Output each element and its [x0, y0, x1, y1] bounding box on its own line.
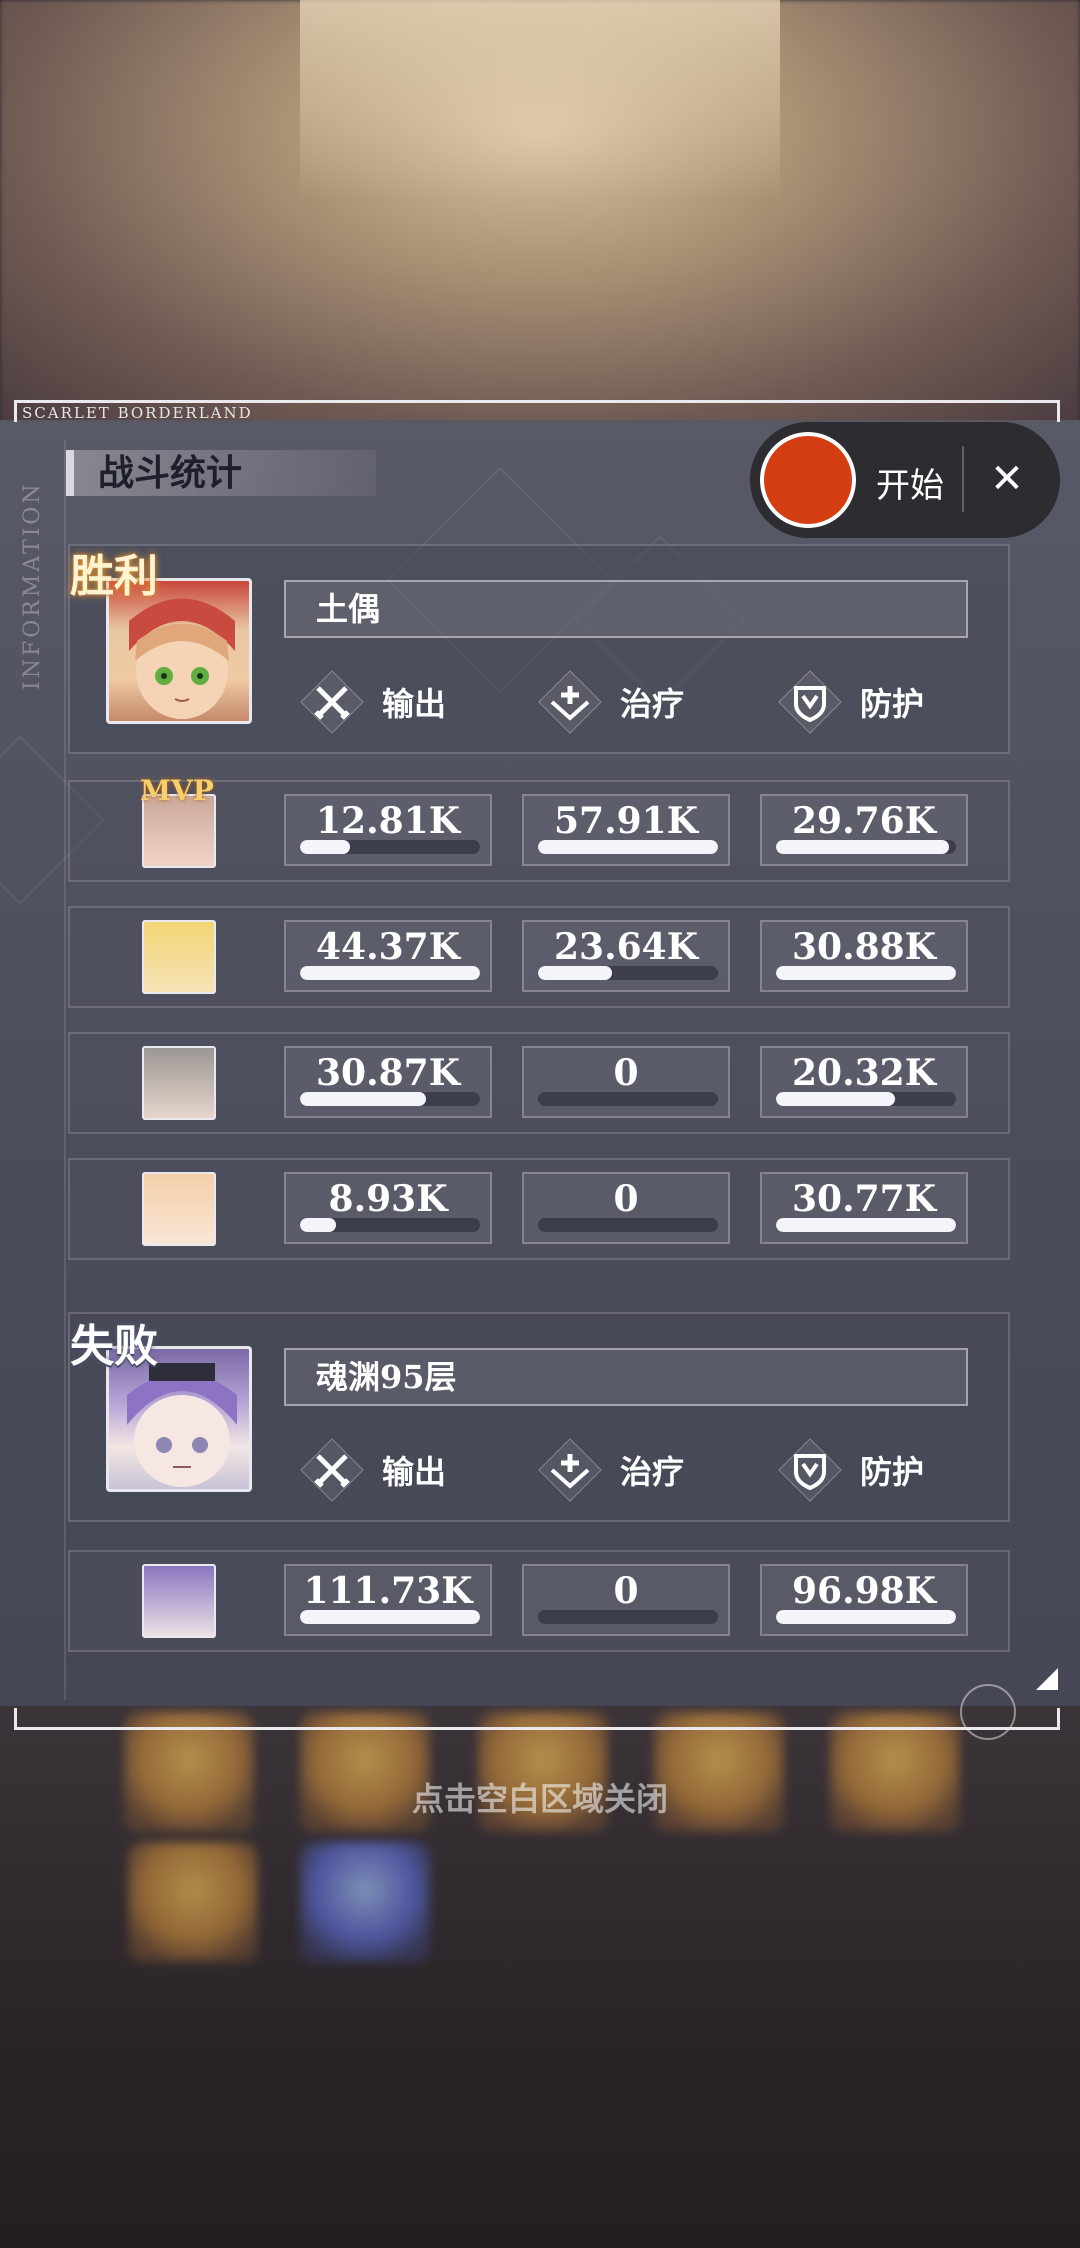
stat-label: 治疗 [620, 685, 685, 723]
defense-value: 30.77K [791, 1178, 937, 1220]
side-label: INFORMATION [20, 481, 45, 690]
team-name: 魂渊95层 [284, 1348, 968, 1406]
corner-mark [1036, 1668, 1058, 1690]
stat-label: 输出 [382, 685, 447, 723]
defense-bar [776, 840, 949, 854]
close-icon[interactable]: ✕ [982, 454, 1032, 504]
damage-bar [300, 1092, 426, 1106]
stat-header-defense: 防护 [778, 1438, 924, 1502]
result-victory: 胜利 [70, 551, 158, 602]
stat-header-damage: 输出 [300, 1438, 446, 1502]
avatar [142, 1046, 216, 1120]
heal-cell: 57.91K [522, 794, 730, 866]
recorder-divider [962, 446, 964, 512]
crossed-swords-icon [300, 670, 364, 734]
damage-cell: 12.81K [284, 794, 492, 866]
background-light [300, 0, 780, 200]
defense-bar [776, 1218, 956, 1232]
defense-cell: 20.32K [760, 1046, 968, 1118]
panel-frame-bottom [14, 1708, 1060, 1730]
defense-bar [776, 966, 956, 980]
stat-header-heal: 治疗 [538, 670, 684, 734]
damage-cell: 44.37K [284, 920, 492, 992]
heal-cell: 23.64K [522, 920, 730, 992]
damage-value: 30.87K [315, 1052, 461, 1094]
crossed-swords-icon [300, 1438, 364, 1502]
defense-cell: 96.98K [760, 1564, 968, 1636]
damage-bar [300, 1610, 480, 1624]
defense-value: 30.88K [791, 926, 937, 968]
avatar [142, 1564, 216, 1638]
heal-cell: 0 [522, 1564, 730, 1636]
heal-bar [538, 840, 718, 854]
damage-cell: 111.73K [284, 1564, 492, 1636]
section-title: 战斗统计 [66, 450, 376, 496]
damage-bar [300, 1218, 336, 1232]
stat-label: 治疗 [620, 1453, 685, 1491]
stat-label: 防护 [860, 685, 925, 723]
blurred-reward-item [300, 1842, 430, 1962]
damage-bar [300, 840, 351, 854]
stat-header-heal: 治疗 [538, 1438, 684, 1502]
team-name: 土偶 [284, 580, 968, 638]
heal-cross-icon [538, 670, 602, 734]
result-defeat: 失败 [70, 1321, 158, 1372]
heal-value: 57.91K [553, 800, 699, 842]
shield-icon [778, 1438, 842, 1502]
blurred-reward-item [128, 1842, 258, 1962]
damage-cell: 8.93K [284, 1172, 492, 1244]
defense-value: 96.98K [791, 1570, 937, 1612]
stat-label: 防护 [860, 1453, 925, 1491]
defense-cell: 29.76K [760, 794, 968, 866]
close-hint[interactable]: 点击空白区域关闭 [0, 1774, 1080, 1820]
defense-bar [776, 1610, 956, 1624]
damage-value: 44.37K [315, 926, 461, 968]
avatar [142, 920, 216, 994]
shield-icon [778, 670, 842, 734]
mvp-badge: MVP [140, 774, 214, 807]
heal-cross-icon [538, 1438, 602, 1502]
damage-value: 12.81K [315, 800, 461, 842]
heal-value: 0 [613, 1052, 639, 1094]
heal-bar [538, 966, 612, 980]
damage-cell: 30.87K [284, 1046, 492, 1118]
damage-bar [300, 966, 480, 980]
damage-value: 8.93K [328, 1178, 448, 1220]
damage-value: 111.73K [303, 1570, 473, 1612]
start-label[interactable]: 开始 [876, 458, 944, 507]
defense-cell: 30.77K [760, 1172, 968, 1244]
heal-cell: 0 [522, 1046, 730, 1118]
record-button[interactable] [760, 432, 856, 528]
heal-value: 23.64K [553, 926, 699, 968]
heal-cell: 0 [522, 1172, 730, 1244]
defense-cell: 30.88K [760, 920, 968, 992]
stat-label: 输出 [382, 1453, 447, 1491]
defense-value: 29.76K [791, 800, 937, 842]
brand-label: SCARLET BORDERLAND [22, 404, 253, 422]
defense-value: 20.32K [791, 1052, 937, 1094]
heal-value: 0 [613, 1178, 639, 1220]
stat-header-damage: 输出 [300, 670, 446, 734]
stat-header-defense: 防护 [778, 670, 924, 734]
heal-value: 0 [613, 1570, 639, 1612]
panel-divider [64, 440, 66, 1700]
avatar [142, 1172, 216, 1246]
defense-bar [776, 1092, 895, 1106]
